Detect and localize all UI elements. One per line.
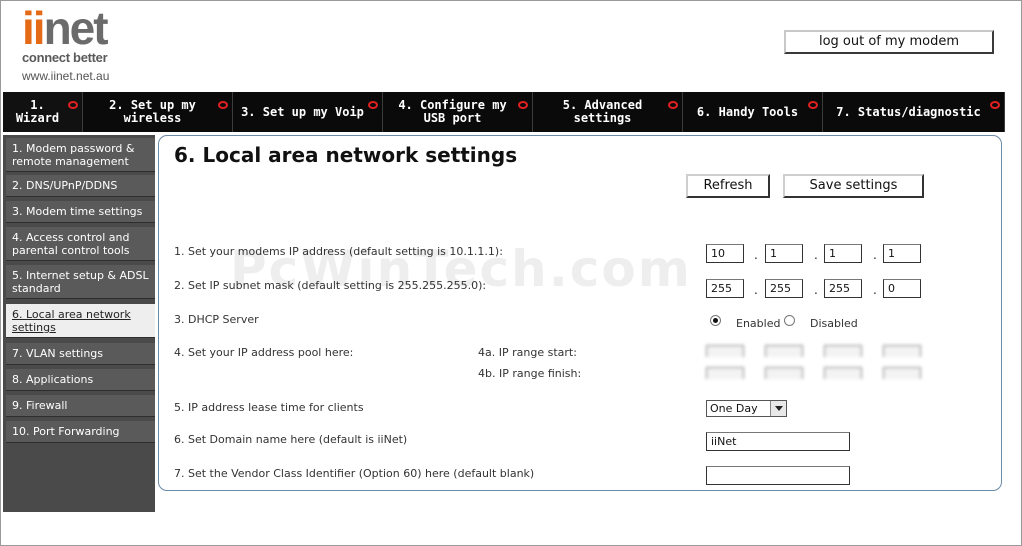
tab-indicator-icon [808, 101, 818, 109]
ip-range-finish-label: 4b. IP range finish: [478, 367, 582, 380]
tab-indicator-icon [990, 101, 1000, 109]
ip-separator: . [754, 248, 758, 262]
site-url: www.iinet.net.au [22, 69, 110, 83]
tab-label: 5. Advanced settings [562, 98, 643, 125]
sidebar-item-applications[interactable]: 8. Applications [6, 369, 155, 391]
tab-label: 2. Set up my wireless [109, 98, 196, 125]
sidebar-item-vlan[interactable]: 7. VLAN settings [6, 343, 155, 365]
ip-range-start-label: 4a. IP range start: [478, 346, 577, 359]
modem-ip-label: 1. Set your modems IP address (default s… [174, 245, 503, 258]
ip-separator: . [814, 248, 818, 262]
vendor-class-label: 7. Set the Vendor Class Identifier (Opti… [174, 467, 535, 480]
tab-indicator-icon [518, 101, 528, 109]
page-title: 6. Local area network settings [174, 143, 518, 167]
tab-usb[interactable]: 4. Configure my USB port [383, 92, 533, 132]
tab-indicator-icon [218, 101, 228, 109]
lease-time-select[interactable]: One Day [706, 400, 787, 417]
dhcp-enabled-radio[interactable] [710, 315, 721, 326]
tab-indicator-icon [668, 101, 678, 109]
tab-label: 7. Status/diagnostic [836, 104, 981, 119]
lease-time-label: 5. IP address lease time for clients [174, 401, 364, 414]
dhcp-disabled-label: Disabled [810, 317, 858, 330]
dhcp-disabled-radio[interactable] [784, 315, 795, 326]
main-tabs: 1. Wizard 2. Set up my wireless 3. Set u… [3, 92, 1005, 132]
modem-ip-octet-1[interactable]: 10 [706, 244, 744, 263]
tab-advanced[interactable]: 5. Advanced settings [533, 92, 683, 132]
subnet-octet-1[interactable]: 255 [706, 279, 744, 298]
sidebar-item-firewall[interactable]: 9. Firewall [6, 395, 155, 417]
modem-ip-octet-3[interactable]: 1 [824, 244, 862, 263]
sidebar-item-lan-settings[interactable]: 6. Local area network settings [6, 304, 155, 338]
logo-wordmark: iinet [22, 2, 109, 54]
vendor-class-input[interactable] [706, 466, 850, 485]
sidebar: 1. Modem password & remote management 2.… [3, 135, 155, 512]
tab-label: 6. Handy Tools [696, 104, 799, 119]
ip-range-finish-fields[interactable] [704, 367, 926, 379]
tab-wireless[interactable]: 2. Set up my wireless [83, 92, 233, 132]
tab-status[interactable]: 7. Status/diagnostic [823, 92, 1005, 132]
dhcp-server-label: 3. DHCP Server [174, 313, 259, 326]
sidebar-item-time[interactable]: 3. Modem time settings [6, 201, 155, 223]
tab-handy-tools[interactable]: 6. Handy Tools [683, 92, 823, 132]
lease-time-value: One Day [710, 402, 758, 415]
subnet-mask-label: 2. Set IP subnet mask (default setting i… [174, 279, 487, 292]
sidebar-item-dns[interactable]: 2. DNS/UPnP/DDNS [6, 175, 155, 197]
sidebar-item-modem-password[interactable]: 1. Modem password & remote management [6, 138, 155, 172]
ip-separator: . [873, 248, 877, 262]
sidebar-item-access-control[interactable]: 4. Access control and parental control t… [6, 227, 155, 261]
tab-label: 1. Wizard [15, 98, 60, 125]
tab-wizard[interactable]: 1. Wizard [3, 92, 83, 132]
ip-separator: . [873, 283, 877, 297]
modem-ip-octet-2[interactable]: 1 [765, 244, 803, 263]
save-settings-button[interactable]: Save settings [783, 174, 924, 198]
subnet-octet-2[interactable]: 255 [765, 279, 803, 298]
ip-pool-label: 4. Set your IP address pool here: [174, 346, 354, 359]
domain-name-label: 6. Set Domain name here (default is iiNe… [174, 433, 408, 446]
sidebar-item-port-forwarding[interactable]: 10. Port Forwarding [6, 421, 155, 443]
tab-indicator-icon [68, 101, 78, 109]
sidebar-item-internet-setup[interactable]: 5. Internet setup & ADSL standard [6, 265, 155, 299]
ip-range-start-fields[interactable] [704, 345, 926, 357]
modem-ip-octet-4[interactable]: 1 [883, 244, 921, 263]
subnet-octet-3[interactable]: 255 [824, 279, 862, 298]
logout-button[interactable]: log out of my modem [784, 30, 994, 54]
tab-label: 3. Set up my Voip [241, 104, 364, 119]
refresh-button[interactable]: Refresh [686, 174, 770, 198]
dhcp-enabled-label: Enabled [736, 317, 781, 330]
subnet-octet-4[interactable]: 0 [883, 279, 921, 298]
tab-label: 4. Configure my USB port [398, 98, 507, 125]
tab-indicator-icon [368, 101, 378, 109]
chevron-down-icon [770, 401, 786, 416]
tab-voip[interactable]: 3. Set up my Voip [233, 92, 383, 132]
ip-separator: . [814, 283, 818, 297]
domain-name-input[interactable]: iiNet [706, 432, 850, 451]
ip-separator: . [754, 283, 758, 297]
